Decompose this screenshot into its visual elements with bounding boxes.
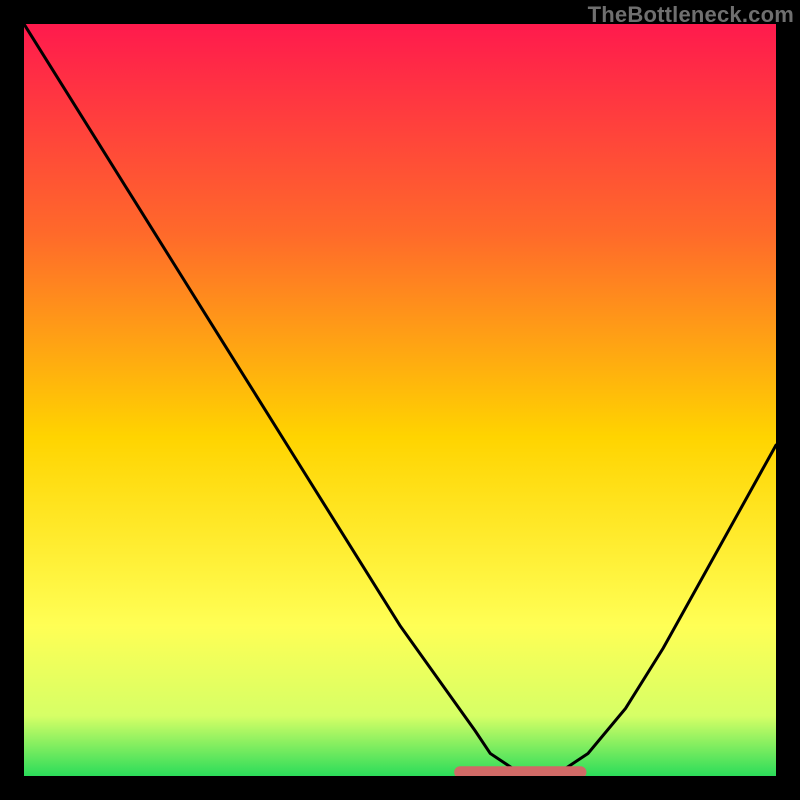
watermark-text: TheBottleneck.com xyxy=(588,2,794,28)
gradient-background xyxy=(24,24,776,776)
bottleneck-chart xyxy=(24,24,776,776)
chart-frame xyxy=(24,24,776,776)
